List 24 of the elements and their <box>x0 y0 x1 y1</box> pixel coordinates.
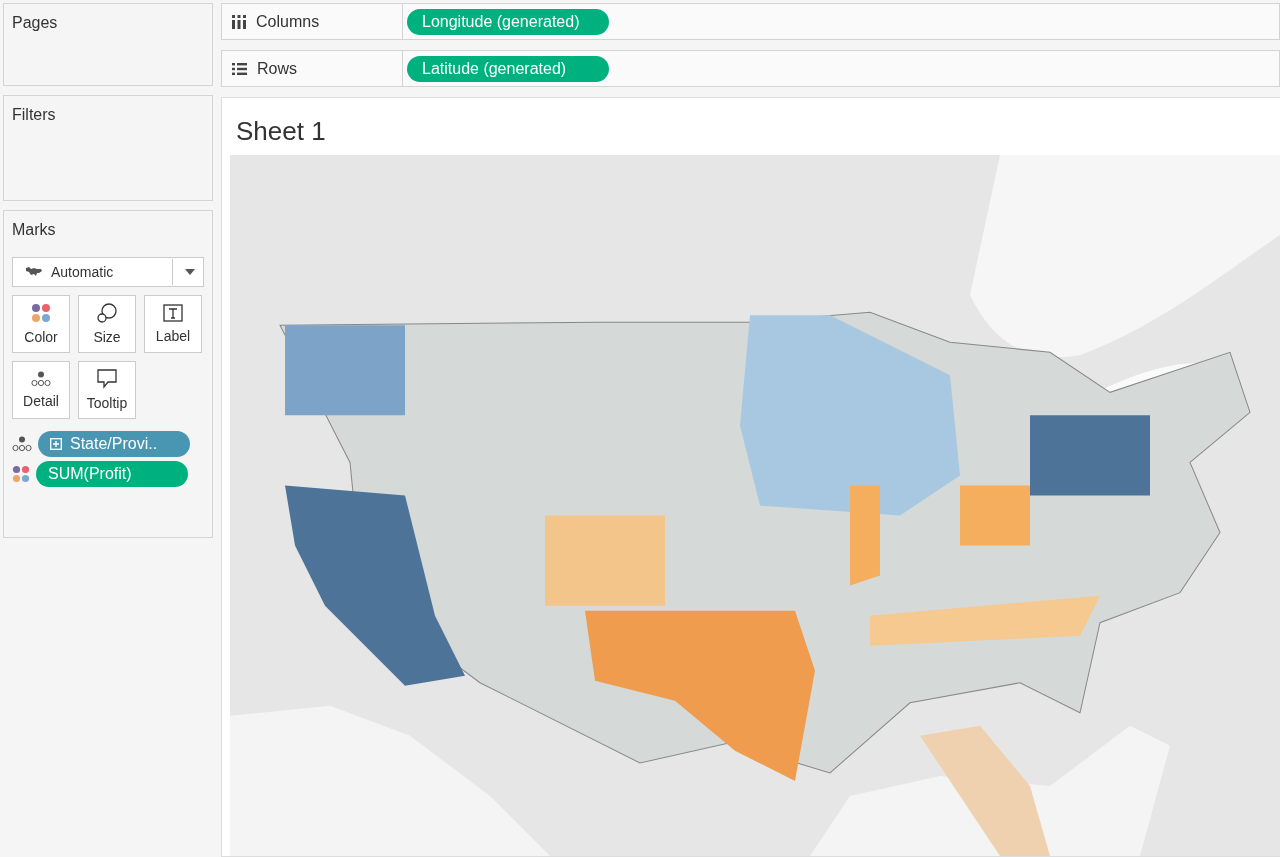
rows-icon <box>232 62 247 75</box>
shelf-label: Rows <box>257 59 297 78</box>
dots-icon <box>12 436 32 452</box>
marks-button[interactable]: Label <box>144 295 202 353</box>
speech-bubble-icon <box>97 369 117 389</box>
circles-icon <box>97 303 117 323</box>
card-title: Pages <box>12 14 58 32</box>
columns-icon <box>232 14 246 29</box>
color-dots-icon <box>31 303 51 323</box>
marks-button[interactable]: Color <box>12 295 70 353</box>
text-box-icon <box>163 304 183 322</box>
sheet-title: Sheet 1 <box>236 116 326 147</box>
card-title: Marks <box>12 221 56 239</box>
map-icon <box>25 266 43 278</box>
marks-button[interactable]: Tooltip <box>78 361 136 419</box>
card-title: Filters <box>12 106 56 124</box>
marks-button[interactable]: Size <box>78 295 136 353</box>
caret-icon <box>185 269 195 275</box>
expand-icon <box>50 438 62 450</box>
shelf-label: Columns <box>256 12 320 31</box>
marks-button[interactable]: Detail <box>12 361 70 419</box>
color-dots-icon <box>12 465 30 483</box>
mark-type-dropdown[interactable]: Automatic <box>12 257 204 287</box>
dots-icon <box>31 371 51 387</box>
